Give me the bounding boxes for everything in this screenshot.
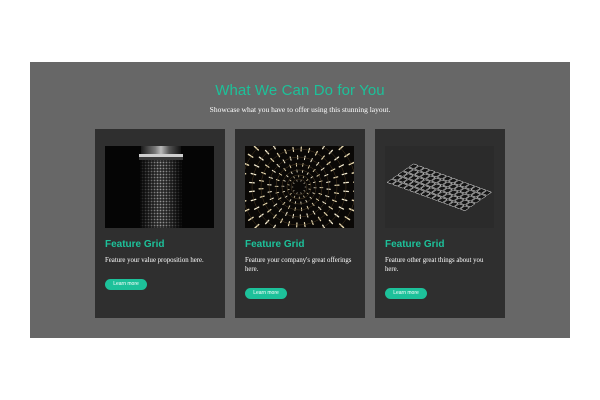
section-title: What We Can Do for You	[215, 82, 385, 99]
tunnel-light-mark	[303, 155, 306, 161]
card-title: Feature Grid	[105, 239, 165, 250]
light-tunnel-image	[245, 146, 354, 228]
card-description: Feature your value proposition here.	[105, 257, 204, 264]
feature-card-1: Feature Grid Feature your value proposit…	[95, 129, 225, 318]
card-title: Feature Grid	[245, 239, 305, 250]
card-description: Feature other great things about you her…	[385, 257, 484, 273]
learn-more-button[interactable]: Learn more	[105, 279, 147, 290]
card-description: Feature your company's great offerings h…	[245, 257, 352, 273]
section-subtitle: Showcase what you have to offer using th…	[209, 105, 391, 114]
learn-more-button[interactable]: Learn more	[385, 288, 427, 299]
feature-card-2: Feature Grid Feature your company's grea…	[235, 129, 365, 318]
keyboard-image	[385, 146, 494, 228]
tunnel-light-mark	[267, 191, 272, 193]
card-title: Feature Grid	[385, 239, 445, 250]
learn-more-button[interactable]: Learn more	[245, 288, 287, 299]
tunnel-light-mark	[292, 213, 295, 219]
tunnel-light-mark	[326, 181, 331, 183]
feature-card-3: Feature Grid Feature other great things …	[375, 129, 505, 318]
feature-section: What We Can Do for You Showcase what you…	[30, 62, 570, 338]
microphone-image	[105, 146, 214, 228]
